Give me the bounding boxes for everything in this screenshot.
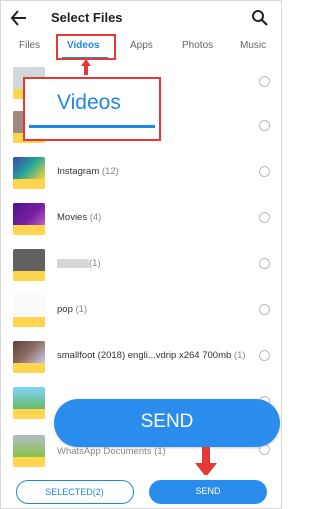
send-button-label: SEND	[195, 486, 221, 496]
tab-apps[interactable]: Apps	[130, 40, 153, 51]
select-radio[interactable]	[259, 304, 270, 315]
list-item-label: pop (1)	[57, 304, 88, 315]
folder-thumbnail	[13, 157, 45, 189]
folder-thumbnail	[13, 249, 45, 281]
select-radio[interactable]	[259, 76, 270, 87]
app-frame: Select Files Files Videos Apps Photos Mu…	[0, 0, 282, 509]
send-button-zoom-label: SEND	[140, 411, 194, 432]
list-item[interactable]: Movies (4)	[1, 197, 281, 243]
folder-thumbnail	[13, 341, 45, 373]
select-radio[interactable]	[259, 350, 270, 361]
category-tabs: Files Videos Apps Photos Music	[1, 35, 281, 59]
videos-tab-zoom-callout: Videos	[23, 77, 161, 141]
select-radio[interactable]	[259, 120, 270, 131]
list-item[interactable]: pop (1)	[1, 289, 281, 335]
select-radio[interactable]	[259, 166, 270, 177]
folder-thumbnail	[13, 203, 45, 235]
list-item-label: (1)	[57, 258, 101, 269]
tab-music[interactable]: Music	[240, 40, 266, 51]
send-button-zoom[interactable]: SEND	[54, 399, 280, 447]
folder-thumbnail	[13, 435, 45, 467]
tab-files[interactable]: Files	[19, 40, 40, 51]
arrow-down-icon	[195, 447, 217, 477]
list-item[interactable]: (1)	[1, 243, 281, 289]
list-item[interactable]: smallfoot (2018) engli...vdrip x264 700m…	[1, 335, 281, 381]
list-item-label: WhatsApp Documents (1)	[57, 446, 166, 457]
bottom-action-bar: SELECTED(2) SEND	[1, 475, 281, 508]
tab-photos[interactable]: Photos	[182, 40, 213, 51]
highlight-box	[56, 34, 116, 60]
folder-thumbnail	[13, 387, 45, 419]
callout-label: Videos	[57, 91, 121, 114]
arrow-left-icon[interactable]	[10, 8, 28, 28]
search-icon[interactable]	[251, 9, 269, 27]
list-item[interactable]: Instagram (12)	[1, 151, 281, 197]
list-item-label: Instagram (12)	[57, 166, 119, 177]
page-title: Select Files	[51, 10, 123, 25]
list-item-label: Movies (4)	[57, 212, 102, 223]
callout-underline	[29, 125, 155, 128]
selected-button-label: SELECTED(2)	[45, 487, 104, 497]
folder-thumbnail	[13, 295, 45, 327]
send-button[interactable]: SEND	[149, 480, 267, 504]
list-item-label: smallfoot (2018) engli...vdrip x264 700m…	[57, 350, 246, 361]
selected-button[interactable]: SELECTED(2)	[16, 480, 134, 504]
select-radio[interactable]	[259, 212, 270, 223]
select-radio[interactable]	[259, 258, 270, 269]
top-bar: Select Files	[1, 1, 281, 35]
